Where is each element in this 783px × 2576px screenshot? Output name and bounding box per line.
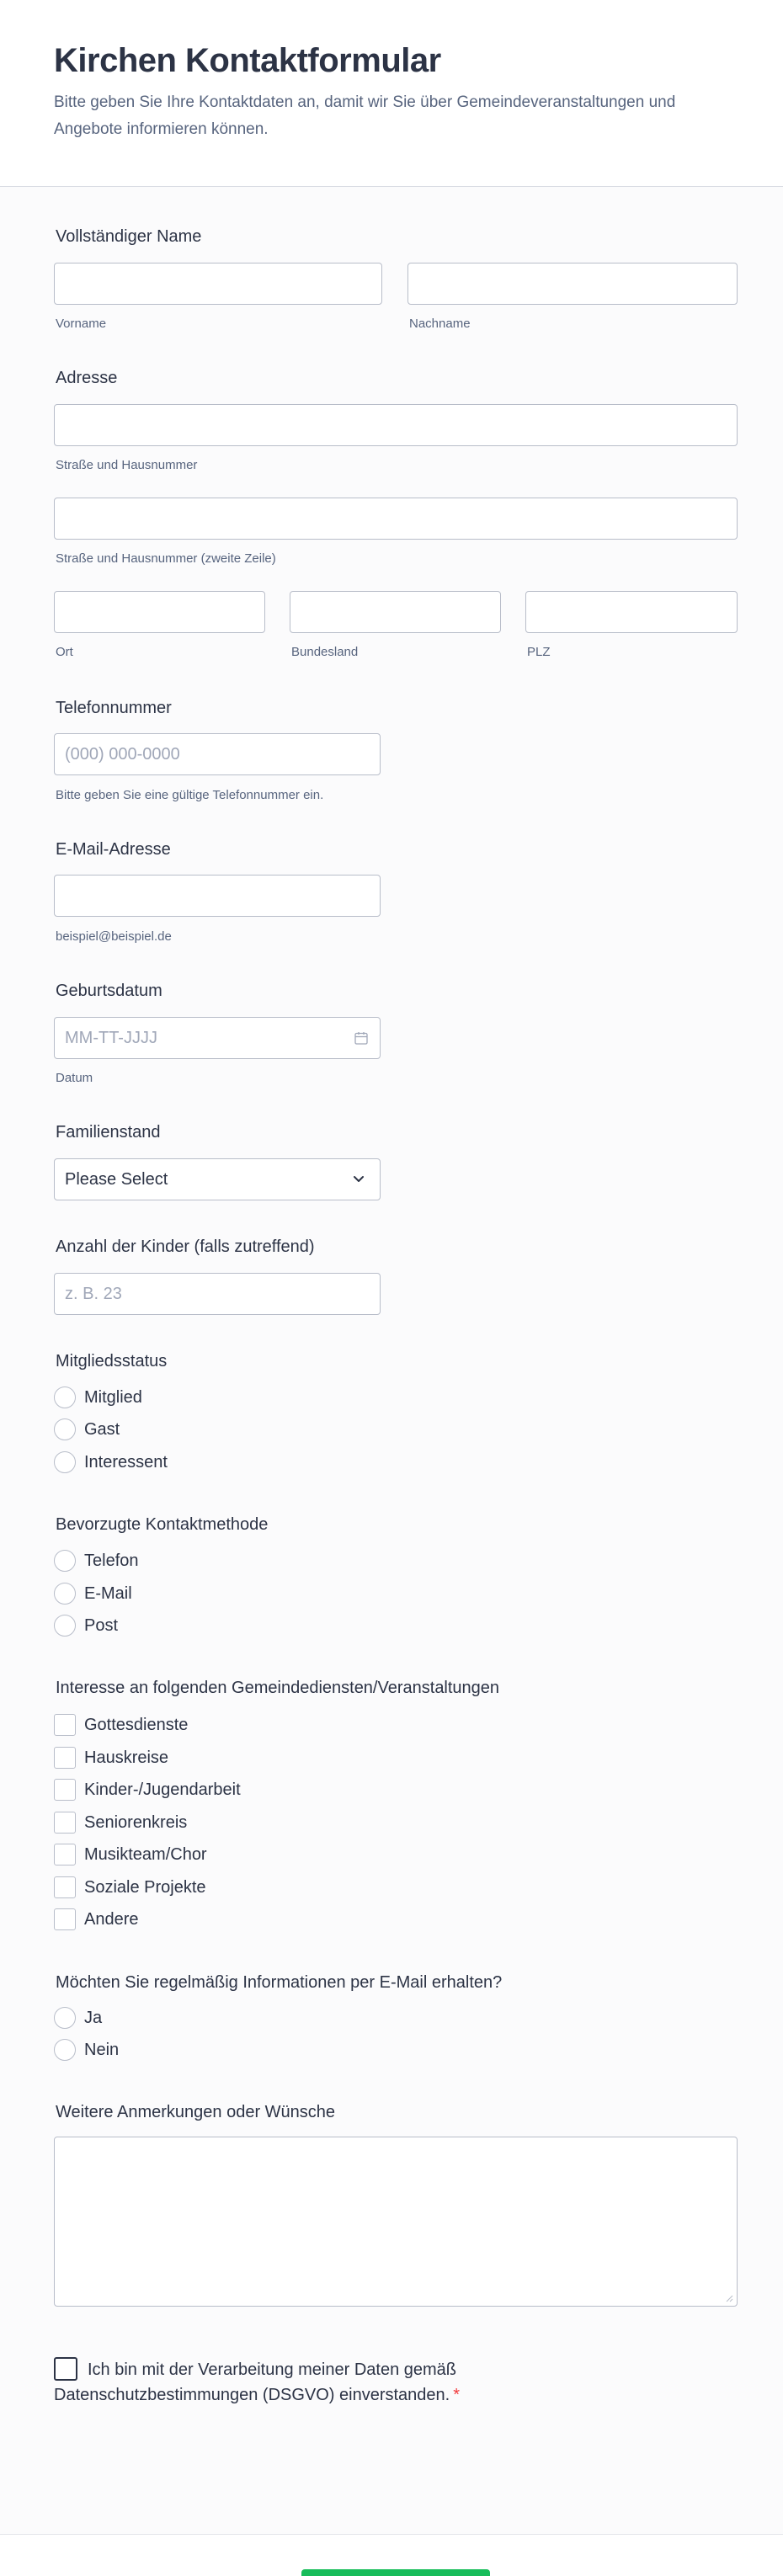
checkbox-option-seniorenkreis[interactable]: Seniorenkreis: [54, 1812, 187, 1834]
marital-status-label: Familienstand: [56, 1123, 161, 1142]
calendar-icon[interactable]: [354, 1030, 369, 1046]
checkbox-option-andere[interactable]: Andere: [54, 1908, 139, 1930]
checkbox-option-musikteam-chor[interactable]: Musikteam/Chor: [54, 1844, 207, 1865]
checkbox-option-label: Musikteam/Chor: [84, 1844, 207, 1864]
radio-option-label: Interessent: [84, 1452, 168, 1472]
radio-option-label: Telefon: [84, 1551, 139, 1570]
radio-option-nein[interactable]: Nein: [54, 2039, 119, 2061]
interests-label: Interesse an folgenden Gemeindediensten/…: [56, 1679, 500, 1697]
submit-button[interactable]: [301, 2569, 490, 2576]
birthdate-label: Geburtsdatum: [56, 982, 162, 1000]
contact-method-label: Bevorzugte Kontaktmethode: [56, 1515, 269, 1534]
checkbox-option-label: Seniorenkreis: [84, 1812, 188, 1832]
footer-divider: [0, 2534, 783, 2535]
birthdate-input[interactable]: [54, 1017, 381, 1059]
radio-button[interactable]: [54, 1550, 76, 1572]
radio-button[interactable]: [54, 1583, 76, 1605]
form-title: Kirchen Kontaktformular: [54, 42, 441, 79]
city-sublabel: Ort: [56, 645, 73, 659]
checkbox-option-gottesdienste[interactable]: Gottesdienste: [54, 1714, 188, 1736]
full-name-label: Vollständiger Name: [56, 227, 202, 246]
radio-option-post[interactable]: Post: [54, 1615, 118, 1637]
consent-text: Ich bin mit der Verarbeitung meiner Date…: [54, 2357, 525, 2408]
radio-option-mitglied[interactable]: Mitglied: [54, 1386, 142, 1408]
zip-sublabel: PLZ: [527, 645, 551, 659]
last-name-sublabel: Nachname: [409, 317, 471, 331]
radio-button[interactable]: [54, 1451, 76, 1473]
email-input[interactable]: [54, 875, 381, 917]
address-label: Adresse: [56, 369, 118, 387]
street2-sublabel: Straße und Hausnummer (zweite Zeile): [56, 551, 276, 566]
state-input[interactable]: [290, 591, 501, 633]
city-input[interactable]: [54, 591, 265, 633]
radio-option-ja[interactable]: Ja: [54, 2007, 102, 2029]
comments-textarea[interactable]: [54, 2137, 738, 2307]
radio-button[interactable]: [54, 1615, 76, 1637]
checkbox[interactable]: [54, 1779, 76, 1801]
radio-option-label: Ja: [84, 2008, 103, 2027]
checkbox-option-label: Andere: [84, 1909, 139, 1929]
radio-option-email[interactable]: E-Mail: [54, 1583, 132, 1605]
consent-label: Ich bin mit der Verarbeitung meiner Date…: [54, 2360, 456, 2404]
checkbox[interactable]: [54, 1714, 76, 1736]
street2-input[interactable]: [54, 498, 738, 540]
checkbox-option-soziale-projekte[interactable]: Soziale Projekte: [54, 1876, 206, 1898]
children-count-input[interactable]: [54, 1273, 381, 1315]
last-name-input[interactable]: [407, 263, 738, 305]
radio-button[interactable]: [54, 1386, 76, 1408]
checkbox[interactable]: [54, 1876, 76, 1898]
radio-option-telefon[interactable]: Telefon: [54, 1550, 139, 1572]
children-count-label: Anzahl der Kinder (falls zutreffend): [56, 1237, 315, 1256]
checkbox-option-hauskreise[interactable]: Hauskreise: [54, 1747, 168, 1769]
first-name-sublabel: Vorname: [56, 317, 107, 331]
checkbox-option-kinder-jugendarbeit[interactable]: Kinder-/Jugendarbeit: [54, 1779, 241, 1801]
radio-option-label: Gast: [84, 1419, 120, 1439]
radio-option-label: Nein: [84, 2040, 120, 2059]
checkbox-option-label: Gottesdienste: [84, 1715, 189, 1734]
radio-button[interactable]: [54, 2039, 76, 2061]
checkbox-option-label: Hauskreise: [84, 1748, 169, 1767]
checkbox[interactable]: [54, 1812, 76, 1834]
checkbox-option-label: Kinder-/Jugendarbeit: [84, 1780, 241, 1799]
phone-input[interactable]: [54, 733, 381, 775]
checkbox[interactable]: [54, 1844, 76, 1865]
radio-option-label: E-Mail: [84, 1583, 132, 1603]
comments-label: Weitere Anmerkungen oder Wünsche: [56, 2103, 336, 2121]
radio-option-gast[interactable]: Gast: [54, 1418, 120, 1440]
first-name-input[interactable]: [54, 263, 382, 305]
checkbox-option-label: Soziale Projekte: [84, 1877, 206, 1897]
consent-checkbox[interactable]: [54, 2357, 77, 2381]
chevron-down-icon: [354, 1176, 364, 1182]
marital-status-value: Please Select: [65, 1170, 168, 1189]
email-sublabel: beispiel@beispiel.de: [56, 929, 172, 944]
radio-button[interactable]: [54, 1418, 76, 1440]
email-label: E-Mail-Adresse: [56, 840, 171, 859]
radio-option-label: Mitglied: [84, 1387, 142, 1407]
street-sublabel: Straße und Hausnummer: [56, 458, 198, 472]
radio-option-label: Post: [84, 1615, 119, 1635]
resize-handle-icon[interactable]: [725, 2294, 733, 2302]
membership-status-label: Mitgliedsstatus: [56, 1352, 168, 1370]
radio-button[interactable]: [54, 2007, 76, 2029]
form-header: Kirchen Kontaktformular Bitte geben Sie …: [0, 0, 783, 187]
state-sublabel: Bundesland: [291, 645, 359, 659]
phone-sublabel: Bitte geben Sie eine gültige Telefonnumm…: [56, 788, 324, 802]
checkbox[interactable]: [54, 1747, 76, 1769]
marital-status-select[interactable]: Please Select: [54, 1158, 381, 1200]
newsletter-label: Möchten Sie regelmäßig Informationen per…: [56, 1973, 503, 1992]
zip-input[interactable]: [525, 591, 738, 633]
birthdate-sublabel: Datum: [56, 1071, 93, 1085]
form-subtitle: Bitte geben Sie Ihre Kontaktdaten an, da…: [54, 93, 676, 138]
phone-label: Telefonnummer: [56, 699, 172, 717]
required-asterisk: *: [453, 2386, 461, 2404]
street-input[interactable]: [54, 404, 738, 446]
radio-option-interessent[interactable]: Interessent: [54, 1451, 168, 1473]
checkbox[interactable]: [54, 1908, 76, 1930]
